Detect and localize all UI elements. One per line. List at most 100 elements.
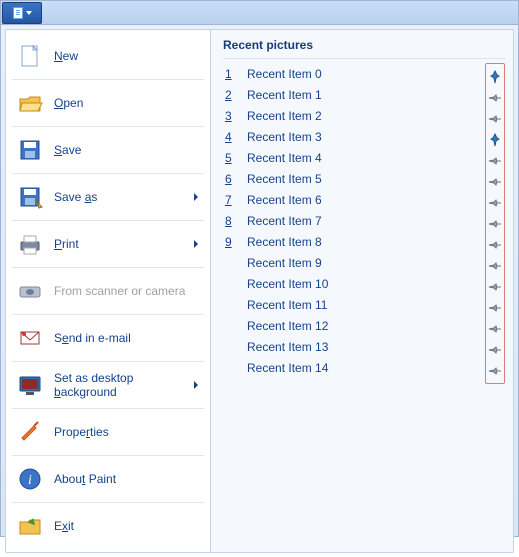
menu-item-label: From scanner or camera: [46, 284, 202, 298]
recent-item[interactable]: 7Recent Item 6: [223, 189, 481, 210]
menu-separator: [12, 220, 204, 221]
exit-icon: [14, 512, 46, 540]
menu-item-label: New: [46, 49, 202, 63]
email-icon: [14, 324, 46, 352]
titlebar: [1, 1, 518, 25]
recent-item-number: 8: [223, 214, 243, 228]
menu-separator: [12, 455, 204, 456]
desktop-icon: [14, 371, 46, 399]
pin-column: [485, 63, 505, 384]
menu-item-label: Save: [46, 143, 202, 157]
recent-item[interactable]: 5Recent Item 4: [223, 147, 481, 168]
menu-item-label: Print: [46, 237, 194, 251]
recent-item-name: Recent Item 2: [243, 109, 481, 123]
recent-item-name: Recent Item 4: [243, 151, 481, 165]
menu-item-print[interactable]: Print: [6, 222, 210, 266]
pin-unpinned-icon[interactable]: [487, 257, 503, 274]
menu-item-label: Set as desktop background: [46, 371, 194, 399]
recent-item[interactable]: 3Recent Item 2: [223, 105, 481, 126]
menu-item-label: Exit: [46, 519, 202, 533]
menu-separator: [12, 267, 204, 268]
recent-item-name: Recent Item 9: [243, 256, 481, 270]
recent-item-name: Recent Item 7: [243, 214, 481, 228]
app-menu-window: New Open Save Save as Print From scanner or c…: [0, 0, 519, 537]
recent-item-name: Recent Item 14: [243, 361, 481, 375]
menu-item-desktop[interactable]: Set as desktop background: [6, 363, 210, 407]
recent-item-name: Recent Item 13: [243, 340, 481, 354]
menu-item-exit[interactable]: Exit: [6, 504, 210, 548]
menu-item-saveas[interactable]: Save as: [6, 175, 210, 219]
pin-unpinned-icon[interactable]: [487, 194, 503, 211]
recent-item[interactable]: Recent Item 13: [223, 336, 481, 357]
menu-separator: [12, 79, 204, 80]
recent-item-name: Recent Item 3: [243, 130, 481, 144]
menu-separator: [12, 502, 204, 503]
menu-separator: [12, 126, 204, 127]
pin-unpinned-icon[interactable]: [487, 236, 503, 253]
recent-item-number: 2: [223, 88, 243, 102]
props-icon: [14, 418, 46, 446]
recent-item-number: 7: [223, 193, 243, 207]
main-menu: New Open Save Save as Print From scanner or c…: [5, 29, 211, 553]
recent-item[interactable]: Recent Item 14: [223, 357, 481, 378]
recent-item[interactable]: 9Recent Item 8: [223, 231, 481, 252]
pin-pinned-icon[interactable]: [487, 68, 503, 85]
pin-unpinned-icon[interactable]: [487, 320, 503, 337]
recent-item-name: Recent Item 12: [243, 319, 481, 333]
menu-separator: [12, 408, 204, 409]
pin-unpinned-icon[interactable]: [487, 341, 503, 358]
menu-separator: [12, 361, 204, 362]
recent-item[interactable]: Recent Item 12: [223, 315, 481, 336]
recent-item[interactable]: 1Recent Item 0: [223, 63, 481, 84]
recent-item-name: Recent Item 0: [243, 67, 481, 81]
recent-item-number: 6: [223, 172, 243, 186]
chevron-down-icon: [26, 11, 32, 15]
menu-separator: [12, 314, 204, 315]
recent-item-name: Recent Item 1: [243, 88, 481, 102]
menu-item-new[interactable]: New: [6, 34, 210, 78]
recent-item[interactable]: Recent Item 9: [223, 252, 481, 273]
menu-item-save[interactable]: Save: [6, 128, 210, 172]
submenu-arrow-icon: [194, 381, 198, 389]
menu-item-label: Save as: [46, 190, 194, 204]
saveas-icon: [14, 183, 46, 211]
pin-unpinned-icon[interactable]: [487, 278, 503, 295]
recent-item-name: Recent Item 5: [243, 172, 481, 186]
recent-item-number: 5: [223, 151, 243, 165]
recent-item-name: Recent Item 8: [243, 235, 481, 249]
recent-item-number: 4: [223, 130, 243, 144]
recent-item[interactable]: Recent Item 10: [223, 273, 481, 294]
menu-body: New Open Save Save as Print From scanner or c…: [1, 25, 518, 557]
save-icon: [14, 136, 46, 164]
recent-item[interactable]: 6Recent Item 5: [223, 168, 481, 189]
menu-item-props[interactable]: Properties: [6, 410, 210, 454]
menu-item-label: Send in e-mail: [46, 331, 202, 345]
pin-unpinned-icon[interactable]: [487, 152, 503, 169]
menu-item-label: About Paint: [46, 472, 202, 486]
pin-unpinned-icon[interactable]: [487, 173, 503, 190]
pin-unpinned-icon[interactable]: [487, 110, 503, 127]
svg-text:i: i: [28, 473, 32, 488]
pin-unpinned-icon[interactable]: [487, 89, 503, 106]
app-menu-button[interactable]: [2, 2, 42, 24]
recent-item[interactable]: 8Recent Item 7: [223, 210, 481, 231]
menu-item-email[interactable]: Send in e-mail: [6, 316, 210, 360]
recent-item-name: Recent Item 11: [243, 298, 481, 312]
pin-unpinned-icon[interactable]: [487, 362, 503, 379]
submenu-arrow-icon: [194, 193, 198, 201]
recent-list: 1Recent Item 02Recent Item 13Recent Item…: [223, 63, 505, 546]
recent-item-name: Recent Item 6: [243, 193, 481, 207]
open-icon: [14, 89, 46, 117]
recent-item-name: Recent Item 10: [243, 277, 481, 291]
menu-item-about[interactable]: i About Paint: [6, 457, 210, 501]
pin-unpinned-icon[interactable]: [487, 299, 503, 316]
menu-separator: [12, 173, 204, 174]
menu-item-open[interactable]: Open: [6, 81, 210, 125]
document-icon: [13, 7, 23, 19]
recent-item-number: 1: [223, 67, 243, 81]
recent-item[interactable]: 4Recent Item 3: [223, 126, 481, 147]
pin-unpinned-icon[interactable]: [487, 215, 503, 232]
recent-item[interactable]: 2Recent Item 1: [223, 84, 481, 105]
recent-item[interactable]: Recent Item 11: [223, 294, 481, 315]
pin-pinned-icon[interactable]: [487, 131, 503, 148]
